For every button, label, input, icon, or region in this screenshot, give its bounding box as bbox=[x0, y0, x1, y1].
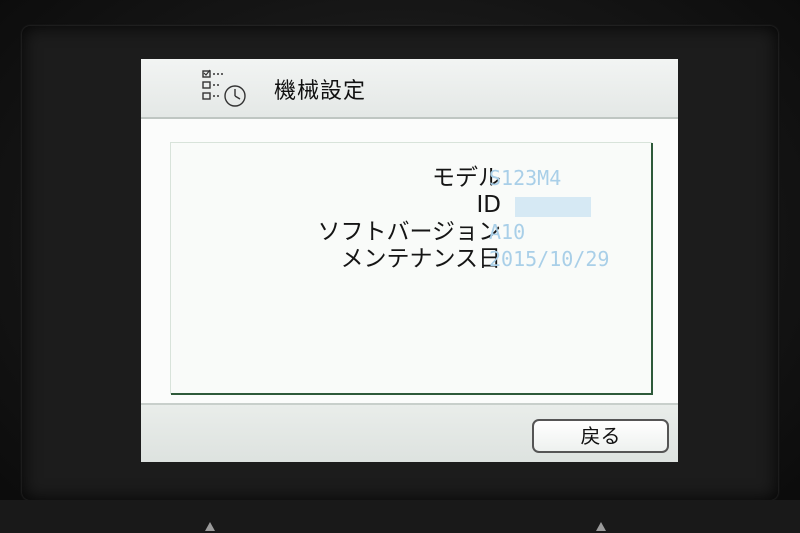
settings-checklist-clock-icon bbox=[202, 69, 246, 107]
info-row-maintenance-date: メンテナンス日 2015/10/29 bbox=[171, 246, 651, 273]
id-label: ID bbox=[476, 192, 502, 218]
info-row-model: モデル S123M4 bbox=[171, 165, 651, 192]
info-rows: モデル S123M4 ID ソフトバージョン A10 メンテナンス日 2015/… bbox=[171, 165, 651, 273]
device-bottom-edge bbox=[0, 500, 800, 533]
id-value-redacted bbox=[515, 197, 591, 217]
back-button[interactable]: 戻る bbox=[532, 419, 669, 453]
maintenance-date-label: メンテナンス日 bbox=[340, 246, 501, 272]
software-version-value: A10 bbox=[489, 220, 526, 244]
right-arrow-marker-icon bbox=[596, 522, 606, 531]
title-bar: 機械設定 bbox=[141, 59, 678, 119]
content-area: モデル S123M4 ID ソフトバージョン A10 メンテナンス日 2015/… bbox=[141, 119, 678, 403]
footer-bar: 戻る bbox=[141, 403, 678, 462]
info-row-id: ID bbox=[171, 192, 651, 219]
software-version-label: ソフトバージョン bbox=[317, 219, 501, 245]
model-value: S123M4 bbox=[489, 166, 562, 190]
info-panel: モデル S123M4 ID ソフトバージョン A10 メンテナンス日 2015/… bbox=[171, 143, 653, 395]
left-arrow-marker-icon bbox=[205, 522, 215, 531]
page-title: 機械設定 bbox=[274, 79, 367, 104]
info-row-software-version: ソフトバージョン A10 bbox=[171, 219, 651, 246]
device-housing: 機械設定 モデル S123M4 ID ソフトバージョン A10 メンテナンス日 … bbox=[0, 0, 800, 533]
maintenance-date-value: 2015/10/29 bbox=[489, 247, 610, 271]
lcd-screen: 機械設定 モデル S123M4 ID ソフトバージョン A10 メンテナンス日 … bbox=[141, 59, 678, 462]
